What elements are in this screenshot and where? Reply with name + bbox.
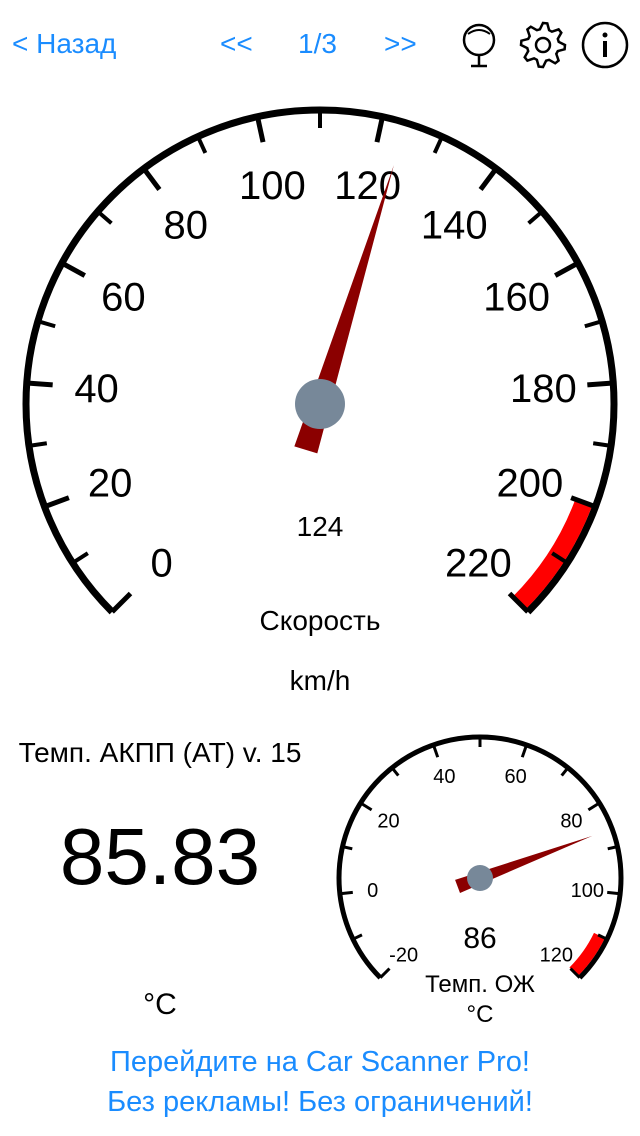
gear-icon[interactable] bbox=[518, 20, 568, 70]
speed-major-tick bbox=[110, 591, 133, 614]
speed-major-tick bbox=[554, 260, 580, 278]
speed-gauge: 0 20 40 60 80 100 120 140 160 180 200 220 Скорость … bbox=[0, 90, 640, 710]
coolant-tick-label: 120 bbox=[540, 944, 573, 966]
speed-minor-tick bbox=[196, 135, 208, 154]
speed-needle-hub bbox=[295, 379, 345, 429]
speed-tick-label: 60 bbox=[101, 276, 146, 320]
coolant-minor-tick bbox=[352, 933, 363, 941]
coolant-minor-tick bbox=[390, 766, 400, 777]
speed-minor-tick bbox=[432, 135, 444, 154]
transmission-temperature-title: Темп. АКПП (AT) v. 15 bbox=[18, 737, 302, 768]
speed-major-tick bbox=[478, 167, 499, 191]
coolant-major-tick bbox=[339, 890, 353, 896]
speed-minor-tick bbox=[71, 551, 89, 565]
back-button[interactable]: < Назад bbox=[12, 28, 116, 60]
speed-major-tick bbox=[141, 167, 162, 191]
transmission-temperature-panel: Темп. АКПП (AT) v. 15 85.83 bbox=[0, 725, 320, 903]
coolant-gauge-title: Темп. ОЖ bbox=[425, 971, 535, 998]
speed-tick-label: 0 bbox=[150, 541, 172, 585]
speed-major-tick bbox=[26, 380, 53, 388]
speed-tick-label: 180 bbox=[510, 367, 577, 411]
coolant-tick-label: -20 bbox=[389, 944, 418, 966]
coolant-tick-label: 40 bbox=[433, 766, 455, 788]
speed-minor-tick bbox=[527, 209, 544, 225]
speed-tick-label: 100 bbox=[239, 164, 306, 208]
coolant-tick-label: 100 bbox=[571, 880, 604, 902]
microphone-icon[interactable] bbox=[454, 20, 504, 70]
speed-minor-tick bbox=[592, 441, 612, 448]
speed-tick-label: 200 bbox=[497, 461, 564, 505]
speed-tick-label: 160 bbox=[483, 276, 550, 320]
promo-line-2[interactable]: Без рекламы! Без ограничений! bbox=[0, 1082, 640, 1122]
coolant-tick-label: 0 bbox=[367, 880, 378, 902]
info-icon[interactable] bbox=[580, 20, 630, 70]
speed-tick-label: 20 bbox=[88, 461, 133, 505]
coolant-major-tick bbox=[432, 744, 440, 758]
page-indicator: 1/3 bbox=[298, 28, 337, 59]
coolant-value-readout: 86 bbox=[463, 922, 496, 955]
speed-major-tick bbox=[43, 495, 70, 510]
coolant-minor-tick bbox=[560, 766, 570, 777]
speed-gauge-title: Скорость bbox=[260, 605, 381, 636]
coolant-tick-label: 80 bbox=[560, 811, 582, 833]
transmission-temperature-unit: °C bbox=[143, 988, 177, 1021]
speed-gauge-unit: km/h bbox=[290, 665, 351, 696]
coolant-gauge-unit: °C bbox=[467, 1001, 494, 1028]
speed-tick-label: 220 bbox=[445, 541, 512, 585]
speed-major-tick bbox=[374, 116, 385, 143]
speed-tick-label: 40 bbox=[74, 367, 119, 411]
speed-tick-label: 140 bbox=[421, 204, 488, 248]
speed-major-tick bbox=[60, 260, 86, 278]
speed-minor-tick bbox=[37, 319, 56, 329]
speed-minor-tick bbox=[28, 441, 48, 448]
top-navigation-bar: < Назад << 1/3 >> bbox=[0, 0, 640, 90]
coolant-needle-hub bbox=[467, 865, 493, 891]
coolant-temperature-gauge: -20 0 20 40 60 80 100 120 86 Темп. ОЖ °C bbox=[326, 720, 636, 1030]
next-page-button[interactable]: >> bbox=[384, 28, 417, 60]
speed-major-tick bbox=[255, 116, 266, 143]
coolant-major-tick bbox=[520, 744, 528, 758]
coolant-tick-label: 60 bbox=[505, 766, 527, 788]
speed-major-tick bbox=[587, 380, 614, 388]
coolant-major-tick bbox=[359, 801, 373, 812]
coolant-major-tick bbox=[607, 890, 621, 896]
speed-minor-tick bbox=[584, 319, 603, 329]
coolant-major-tick bbox=[379, 967, 391, 979]
upgrade-promo-link[interactable]: Перейдите на Car Scanner Pro! Без реклам… bbox=[0, 1042, 640, 1122]
speed-minor-tick bbox=[96, 209, 113, 225]
coolant-tick-label: 20 bbox=[377, 811, 399, 833]
coolant-major-tick bbox=[587, 801, 601, 812]
promo-line-1[interactable]: Перейдите на Car Scanner Pro! bbox=[0, 1042, 640, 1082]
speed-tick-label: 80 bbox=[164, 204, 209, 248]
speed-value-readout: 124 bbox=[297, 511, 344, 542]
previous-page-button[interactable]: << bbox=[220, 28, 253, 60]
transmission-temperature-value: 85.83 bbox=[59, 812, 261, 901]
coolant-redline-zone bbox=[569, 932, 605, 976]
speed-tick-label: 120 bbox=[334, 164, 401, 208]
